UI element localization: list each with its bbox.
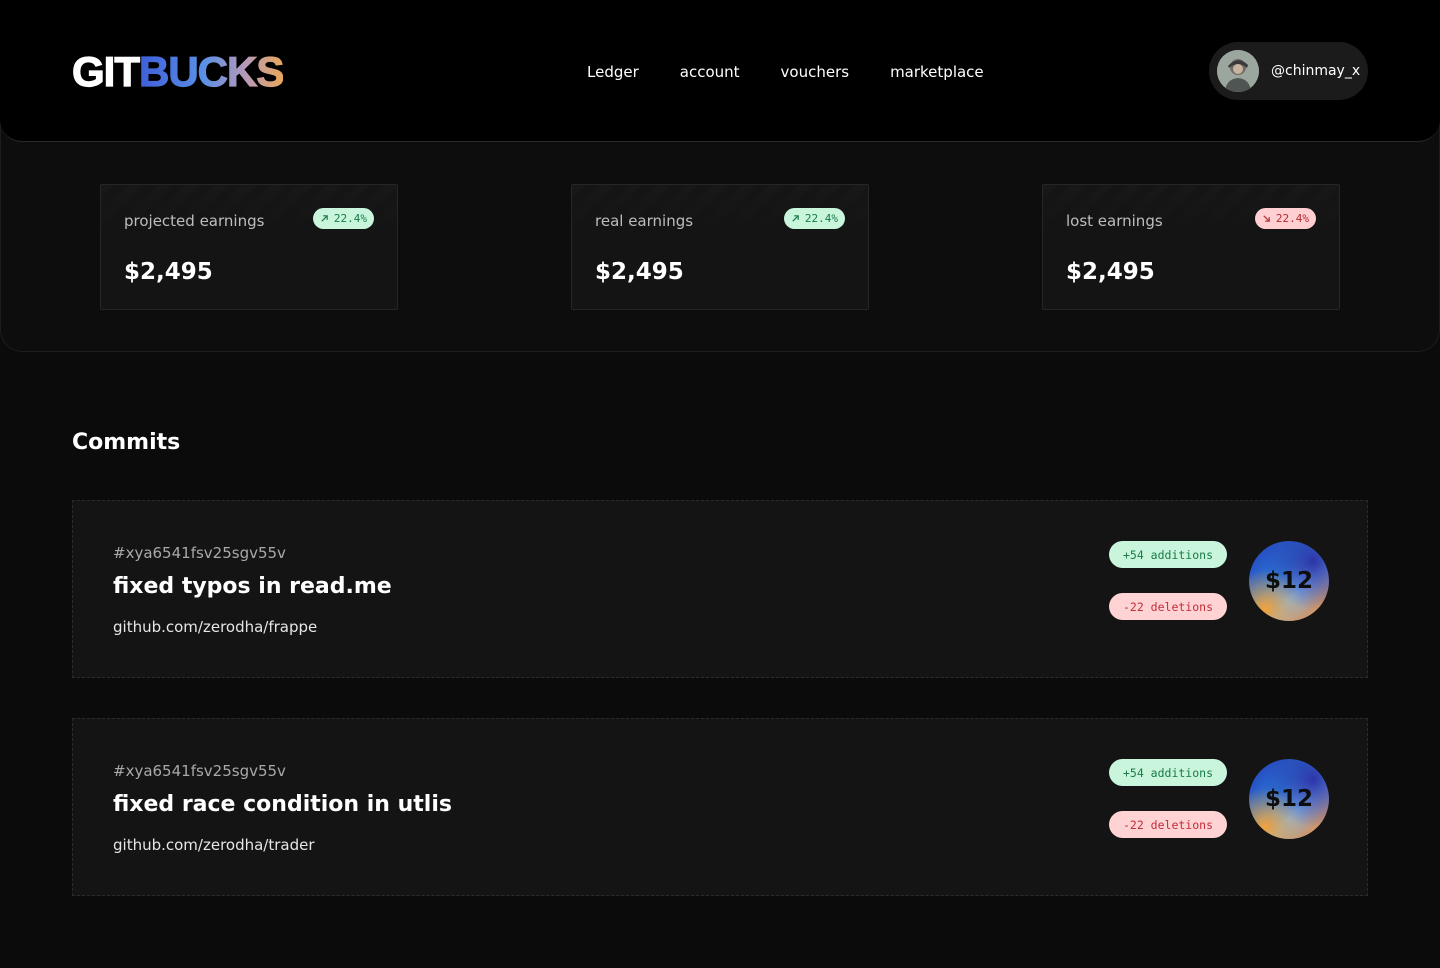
- gitbucks-logo[interactable]: GITBUCKS: [71, 48, 285, 95]
- commit-hash: #xya6541fsv25sgv55v: [113, 544, 286, 562]
- commit-amount-coin[interactable]: $12: [1249, 759, 1329, 839]
- commit-amount: $12: [1264, 786, 1313, 812]
- deletions-badge: -22 deletions: [1109, 811, 1227, 838]
- additions-badge: +54 additions: [1109, 759, 1227, 786]
- additions-badge: +54 additions: [1109, 541, 1227, 568]
- deletions-badge: -22 deletions: [1109, 593, 1227, 620]
- commits-heading: Commits: [72, 430, 181, 455]
- arrow-down-right-icon: [1263, 215, 1270, 222]
- commit-card[interactable]: #xya6541fsv25sgv55v fixed typos in read.…: [72, 500, 1368, 678]
- stat-value: $2,495: [595, 259, 684, 285]
- trend-value: 22.4%: [1275, 212, 1309, 225]
- nav-link-ledger[interactable]: Ledger: [587, 62, 639, 82]
- stat-value: $2,495: [124, 259, 213, 285]
- commit-amount: $12: [1264, 568, 1313, 594]
- logo-text-git: GIT: [71, 48, 140, 95]
- stat-label: real earnings: [595, 212, 694, 230]
- username-label: @chinmay_x: [1271, 63, 1361, 79]
- stat-card-overlay: [1043, 185, 1339, 309]
- trend-value: 22.4%: [333, 212, 367, 225]
- trend-badge-down: 22.4%: [1254, 208, 1316, 229]
- avatar-photo-icon: [1217, 50, 1259, 92]
- stat-label: lost earnings: [1066, 212, 1163, 230]
- top-navbar: GITBUCKS Ledger account vouchers marketp…: [0, 0, 1440, 142]
- stat-value: $2,495: [1066, 259, 1155, 285]
- stat-card-overlay: [572, 185, 868, 309]
- logo-text-bucks: BUCKS: [138, 48, 285, 95]
- user-profile-button[interactable]: @chinmay_x: [1209, 42, 1368, 100]
- commit-message: fixed race condition in utlis: [113, 792, 452, 817]
- trend-badge-up: 22.4%: [783, 208, 845, 229]
- trend-value: 22.4%: [804, 212, 838, 225]
- stat-card-lost-earnings: lost earnings 22.4% $2,495: [1042, 184, 1340, 310]
- main-nav: Ledger account vouchers marketplace: [587, 62, 984, 82]
- commit-card[interactable]: #xya6541fsv25sgv55v fixed race condition…: [72, 718, 1368, 896]
- stat-card-overlay: [101, 185, 397, 309]
- stat-card-projected-earnings: projected earnings 22.4% $2,495: [100, 184, 398, 310]
- stat-card-real-earnings: real earnings 22.4% $2,495: [571, 184, 869, 310]
- commit-hash: #xya6541fsv25sgv55v: [113, 762, 286, 780]
- commit-repo-link[interactable]: github.com/zerodha/frappe: [113, 618, 317, 636]
- arrow-up-right-icon: [792, 215, 799, 222]
- avatar: [1217, 50, 1259, 92]
- nav-link-account[interactable]: account: [680, 62, 740, 82]
- commit-repo-link[interactable]: github.com/zerodha/trader: [113, 836, 315, 854]
- trend-badge-up: 22.4%: [312, 208, 374, 229]
- commit-message: fixed typos in read.me: [113, 574, 392, 599]
- nav-link-vouchers[interactable]: vouchers: [781, 62, 850, 82]
- stat-label: projected earnings: [124, 212, 265, 230]
- arrow-up-right-icon: [321, 215, 328, 222]
- nav-link-marketplace[interactable]: marketplace: [890, 62, 984, 82]
- commit-amount-coin[interactable]: $12: [1249, 541, 1329, 621]
